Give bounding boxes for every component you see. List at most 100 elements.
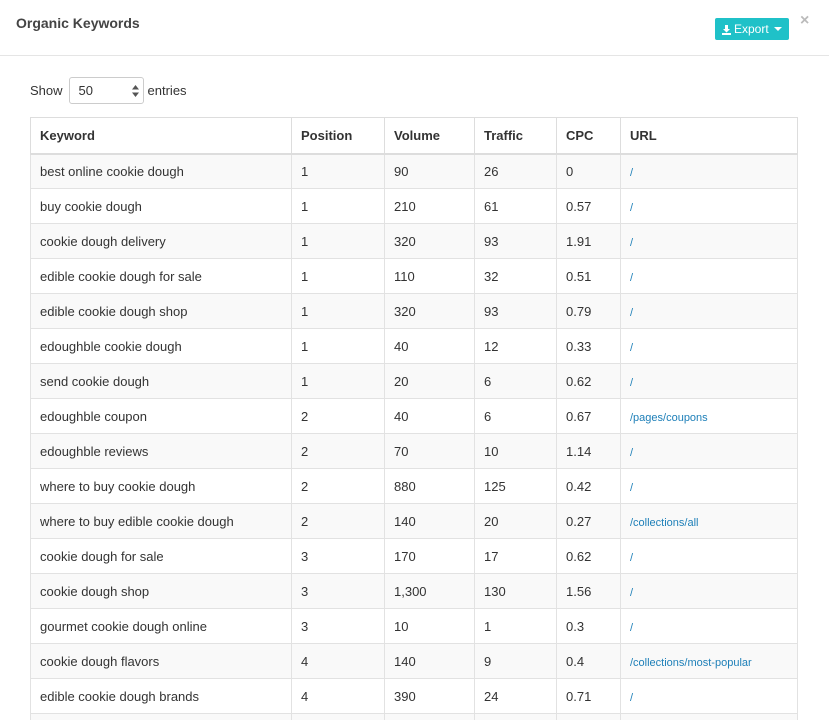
column-header-cpc[interactable]: CPC xyxy=(556,117,621,155)
keyword-cell: best online cookie dough xyxy=(30,153,292,189)
page-length-control: Show 50 entries xyxy=(30,77,187,104)
position-cell: 2 xyxy=(291,468,385,504)
volume-cell: 140 xyxy=(384,503,475,539)
position-cell: 2 xyxy=(291,398,385,434)
cpc-cell: 0.57 xyxy=(556,188,621,224)
url-cell: / xyxy=(620,608,798,644)
url-link[interactable]: / xyxy=(630,237,633,249)
url-link[interactable]: /collections/all xyxy=(630,517,698,529)
url-link[interactable]: / xyxy=(630,587,633,599)
keyword-cell: cookie dough delivery xyxy=(30,223,292,259)
column-header-volume[interactable]: Volume xyxy=(384,117,475,155)
cpc-cell: 0.4 xyxy=(556,643,621,679)
traffic-cell: 130 xyxy=(474,573,557,609)
keyword-cell: where to buy edible cookie dough xyxy=(30,503,292,539)
column-header-keyword[interactable]: Keyword xyxy=(30,117,292,155)
url-link[interactable]: /pages/coupons xyxy=(630,412,708,424)
entries-label: entries xyxy=(147,83,187,98)
traffic-cell: 93 xyxy=(474,223,557,259)
position-cell: 1 xyxy=(291,153,385,189)
column-header-url[interactable]: URL xyxy=(620,117,798,155)
url-link[interactable]: / xyxy=(630,272,633,284)
volume-cell: 140 xyxy=(384,643,475,679)
url-cell: / xyxy=(620,363,798,399)
keyword-cell: edible cookie dough for sale xyxy=(30,258,292,294)
position-cell: 4 xyxy=(291,643,385,679)
url-cell: / xyxy=(620,258,798,294)
url-link[interactable]: /collections/most-popular xyxy=(630,657,752,669)
volume-cell: 320 xyxy=(384,293,475,329)
url-cell: / xyxy=(620,538,798,574)
url-cell xyxy=(620,713,798,720)
url-cell: /collections/all xyxy=(620,503,798,539)
url-cell: /collections/most-popular xyxy=(620,643,798,679)
keyword-cell: edible cookie dough brands xyxy=(30,678,292,714)
cpc-cell: 0.62 xyxy=(556,363,621,399)
export-button[interactable]: Export xyxy=(715,18,789,40)
cpc-cell: 0.62 xyxy=(556,538,621,574)
traffic-cell: 93 xyxy=(474,293,557,329)
cpc-cell: 0.27 xyxy=(556,503,621,539)
url-cell: / xyxy=(620,468,798,504)
keyword-cell xyxy=(30,713,292,720)
traffic-cell: 10 xyxy=(474,433,557,469)
url-cell: / xyxy=(620,153,798,189)
cpc-cell: 0.67 xyxy=(556,398,621,434)
show-label: Show xyxy=(30,83,63,98)
volume-cell: 20 xyxy=(384,363,475,399)
url-link[interactable]: / xyxy=(630,377,633,389)
cpc-cell: 0 xyxy=(556,153,621,189)
caret-down-icon xyxy=(773,27,782,31)
traffic-cell: 20 xyxy=(474,503,557,539)
cpc-cell: 0.3 xyxy=(556,608,621,644)
url-link[interactable]: / xyxy=(630,622,633,634)
url-link[interactable]: / xyxy=(630,692,633,704)
traffic-cell: 26 xyxy=(474,153,557,189)
position-cell: 3 xyxy=(291,573,385,609)
table-row: send cookie dough 1 20 6 0.62 / xyxy=(30,363,798,399)
column-header-traffic[interactable]: Traffic xyxy=(474,117,557,155)
url-cell: / xyxy=(620,433,798,469)
url-link[interactable]: / xyxy=(630,342,633,354)
volume-cell: 170 xyxy=(384,538,475,574)
url-cell: / xyxy=(620,223,798,259)
volume-cell: 10 xyxy=(384,608,475,644)
keyword-cell: cookie dough for sale xyxy=(30,538,292,574)
table-row: cookie dough flavors 4 140 9 0.4/collections… xyxy=(30,643,798,679)
table-row: where to buy edible cookie dough 2 140 20 0.… xyxy=(30,503,798,539)
volume-cell: 880 xyxy=(384,468,475,504)
column-header-position[interactable]: Position xyxy=(291,117,385,155)
table-row xyxy=(30,713,798,720)
url-link[interactable]: / xyxy=(630,307,633,319)
keyword-cell: buy cookie dough xyxy=(30,188,292,224)
url-link[interactable]: / xyxy=(630,482,633,494)
traffic-cell: 6 xyxy=(474,363,557,399)
close-icon[interactable]: × xyxy=(800,13,809,29)
position-cell xyxy=(291,713,385,720)
page-length-select[interactable]: 50 xyxy=(68,77,144,104)
url-cell: / xyxy=(620,678,798,714)
volume-cell: 320 xyxy=(384,223,475,259)
cpc-cell: 0.42 xyxy=(556,468,621,504)
traffic-cell: 1 xyxy=(474,608,557,644)
keyword-cell: gourmet cookie dough online xyxy=(30,608,292,644)
url-link[interactable]: / xyxy=(630,552,633,564)
position-cell: 3 xyxy=(291,538,385,574)
position-cell: 1 xyxy=(291,363,385,399)
keyword-cell: cookie dough shop xyxy=(30,573,292,609)
cpc-cell: 1.91 xyxy=(556,223,621,259)
url-link[interactable]: / xyxy=(630,447,633,459)
url-cell: / xyxy=(620,293,798,329)
position-cell: 1 xyxy=(291,223,385,259)
url-link[interactable]: / xyxy=(630,202,633,214)
volume-cell: 210 xyxy=(384,188,475,224)
table-row: edible cookie dough for sale 1 110 32 0.51 / xyxy=(30,258,798,294)
cpc-cell: 0.33 xyxy=(556,328,621,364)
select-arrows-icon xyxy=(131,85,139,97)
keyword-cell: send cookie dough xyxy=(30,363,292,399)
url-link[interactable]: / xyxy=(630,167,633,179)
url-cell: /pages/coupons xyxy=(620,398,798,434)
position-cell: 2 xyxy=(291,433,385,469)
volume-cell: 90 xyxy=(384,153,475,189)
url-cell: / xyxy=(620,328,798,364)
